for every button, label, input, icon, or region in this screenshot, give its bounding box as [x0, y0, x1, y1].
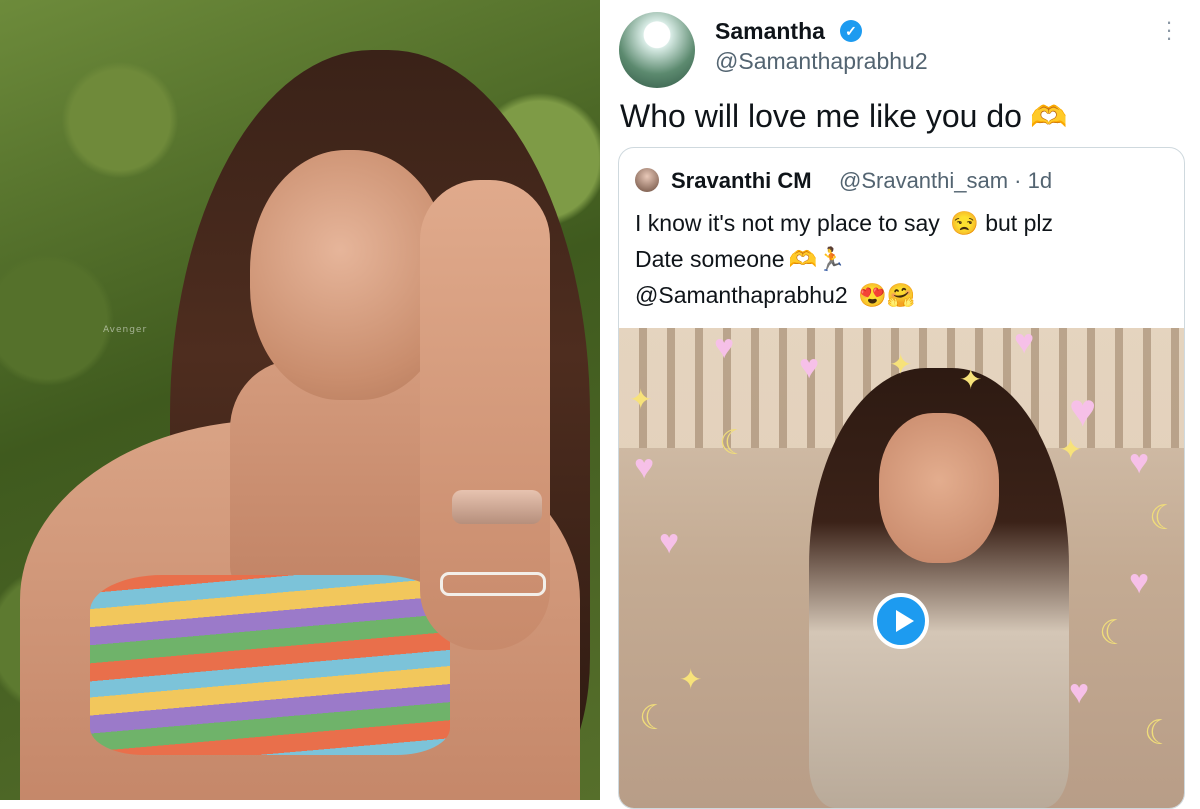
- more-vertical-icon[interactable]: · · ·: [1162, 11, 1176, 49]
- watch: [452, 490, 542, 524]
- quote-line-2: Date someone 🫶🏃: [635, 246, 846, 273]
- heart-sticker-icon: ♥: [634, 448, 655, 486]
- moon-icon: ☾: [1149, 499, 1180, 537]
- heart-sticker-icon: ♥: [659, 523, 680, 561]
- moon-icon: ☾: [639, 699, 670, 737]
- sparkle-icon: ✦: [1059, 434, 1083, 465]
- heart-sticker-icon: ♥: [1069, 673, 1090, 711]
- heart-sticker-icon: ♥: [1014, 328, 1035, 361]
- sparkle-icon: ✦: [959, 364, 983, 395]
- heart-sticker-icon: ♥: [1069, 384, 1097, 436]
- play-icon[interactable]: [873, 593, 929, 649]
- quote-author-avatar[interactable]: [635, 168, 659, 192]
- author-handle[interactable]: @Samanthaprabhu2: [715, 48, 928, 75]
- heart-sticker-icon: ♥: [714, 328, 735, 366]
- quote-line-3: @Samanthaprabhu2 😍🤗: [635, 282, 915, 309]
- quote-line-1-tail: but plz: [985, 210, 1053, 236]
- heart-eyes-hug-emoji: 😍🤗: [858, 282, 916, 308]
- bracelet: [440, 572, 546, 596]
- heart-sticker-icon: ♥: [799, 348, 820, 386]
- tweet-text-content: Who will love me like you do: [620, 98, 1022, 134]
- moon-icon: ☾: [1099, 614, 1130, 652]
- quote-line-1: I know it's not my place to say 😒 but pl…: [635, 210, 1053, 237]
- author-avatar[interactable]: [619, 12, 695, 88]
- quote-media-video[interactable]: ♥ ♥ ♥ ♥ ♥ ♥ ♥ ♥ ♥ ✦ ✦ ✦ ✦ ✦ ☾ ☾ ☾ ☾ ☾: [619, 328, 1184, 808]
- heart-sticker-icon: ♥: [1129, 563, 1150, 601]
- unamused-emoji: 😒: [950, 210, 979, 236]
- watermark: Avenger: [103, 325, 148, 335]
- moon-icon: ☾: [719, 424, 750, 462]
- quoted-tweet[interactable]: Sravanthi CM @Sravanthi_sam · 1d I know …: [618, 147, 1185, 809]
- quote-line-2-text: Date someone: [635, 246, 785, 272]
- moon-icon: ☾: [1144, 714, 1175, 752]
- heart-hands-emoji: 🫶: [1029, 101, 1068, 134]
- quote-author-name[interactable]: Sravanthi CM: [671, 168, 812, 194]
- video-person-face: [879, 413, 999, 563]
- colorful-top: [90, 575, 450, 755]
- heart-hands-running-emoji: 🫶🏃: [788, 246, 846, 272]
- sparkle-icon: ✦: [629, 384, 653, 415]
- verified-check-icon: ✓: [840, 20, 862, 42]
- left-photo: Avenger: [0, 0, 600, 800]
- quote-mention[interactable]: @Samanthaprabhu2: [635, 282, 848, 308]
- quote-line-1-text: I know it's not my place to say: [635, 210, 940, 236]
- quote-author-handle[interactable]: @Sravanthi_sam · 1d: [839, 168, 1052, 194]
- sparkle-icon: ✦: [889, 349, 913, 380]
- heart-sticker-icon: ♥: [1129, 443, 1150, 481]
- sparkle-icon: ✦: [679, 664, 703, 695]
- author-name[interactable]: Samantha: [715, 18, 825, 45]
- tweet-text: Who will love me like you do 🫶: [620, 98, 1067, 135]
